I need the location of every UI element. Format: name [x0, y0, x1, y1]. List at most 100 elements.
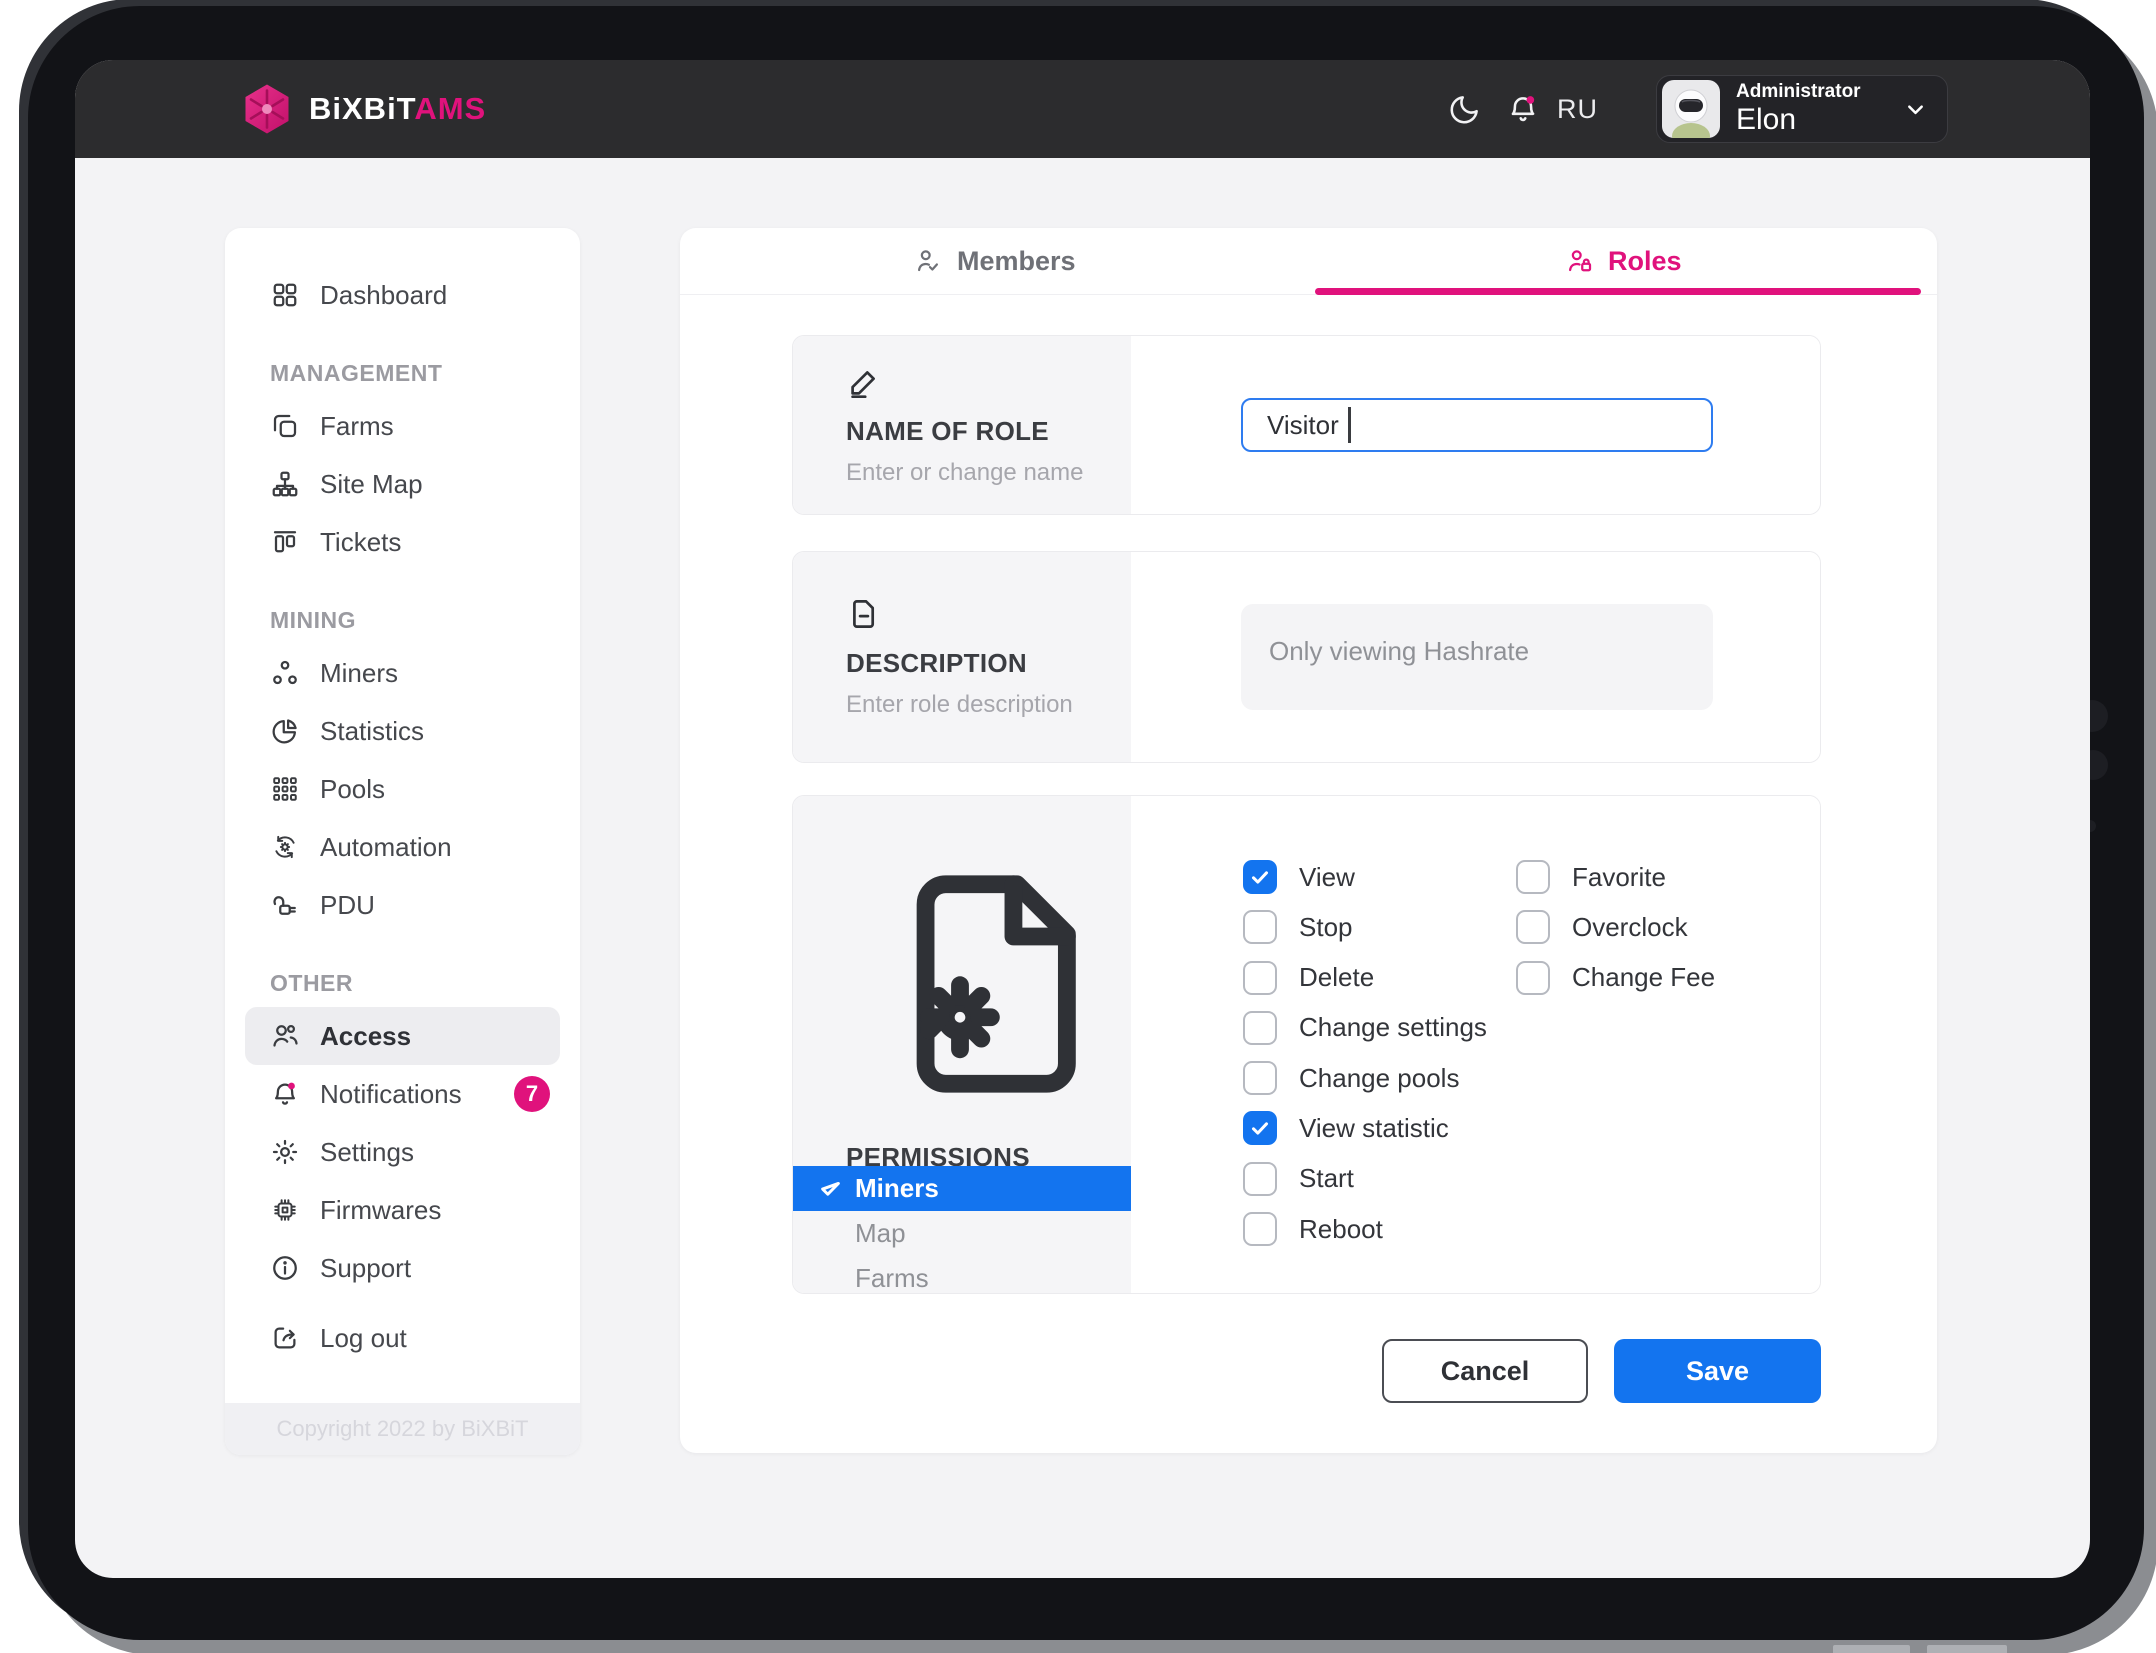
- sidebar-item-pdu[interactable]: PDU: [270, 876, 560, 934]
- description-header: DESCRIPTION Enter role description: [793, 552, 1131, 762]
- user-info: Administrator Elon: [1736, 81, 1861, 137]
- user-name: Elon: [1736, 103, 1861, 138]
- name-of-role-section: NAME OF ROLE Enter or change name: [792, 335, 1821, 515]
- permissions-header: PERMISSIONS: [793, 826, 1131, 1142]
- sidebar-item-dashboard[interactable]: Dashboard: [270, 266, 560, 324]
- tab-roles-label: Roles: [1608, 246, 1682, 277]
- cancel-button[interactable]: Cancel: [1382, 1339, 1588, 1403]
- site-map-icon: [270, 469, 300, 499]
- sidebar-item-label: Farms: [320, 411, 394, 442]
- permission-category-farms[interactable]: Farms: [793, 1256, 1131, 1294]
- permission-reboot[interactable]: Reboot: [1243, 1204, 1487, 1254]
- permissions-left-panel: PERMISSIONS MinersMapFarmsStatisticNotif…: [793, 796, 1131, 1293]
- permission-category-miners[interactable]: Miners: [793, 1166, 1131, 1211]
- permission-label: Stop: [1299, 912, 1353, 943]
- sidebar-item-label: Settings: [320, 1137, 414, 1168]
- checkbox-delete[interactable]: [1243, 961, 1277, 995]
- sidebar-item-tickets[interactable]: Tickets: [270, 513, 560, 571]
- permission-stop[interactable]: Stop: [1243, 902, 1487, 952]
- permission-delete[interactable]: Delete: [1243, 953, 1487, 1003]
- copyright: Copyright 2022 by BiXBiT: [225, 1403, 580, 1455]
- user-menu[interactable]: Administrator Elon: [1656, 75, 1948, 143]
- section-hint: Enter or change name: [846, 459, 1131, 487]
- member-check-icon: [913, 246, 943, 276]
- permission-label: Change Fee: [1572, 962, 1715, 993]
- sidebar-item-support[interactable]: Support: [270, 1239, 560, 1297]
- settings-icon: [270, 1137, 300, 1167]
- sidebar-item-site-map[interactable]: Site Map: [270, 455, 560, 513]
- checkbox-view-statistic[interactable]: [1243, 1111, 1277, 1145]
- checkbox-change-settings[interactable]: [1243, 1011, 1277, 1045]
- support-icon: [270, 1253, 300, 1283]
- checkbox-stop[interactable]: [1243, 910, 1277, 944]
- sidebar-item-automation[interactable]: Automation: [270, 818, 560, 876]
- tab-roles[interactable]: Roles: [1309, 228, 1938, 294]
- permission-overclock[interactable]: Overclock: [1516, 902, 1715, 952]
- sidebar-item-logout[interactable]: Log out: [225, 1309, 580, 1367]
- role-lock-icon: [1564, 246, 1594, 276]
- sidebar-item-miners[interactable]: Miners: [270, 644, 560, 702]
- sidebar-item-settings[interactable]: Settings: [270, 1123, 560, 1181]
- permission-view-statistic[interactable]: View statistic: [1243, 1103, 1487, 1153]
- checkbox-change-pools[interactable]: [1243, 1061, 1277, 1095]
- permission-change-fee[interactable]: Change Fee: [1516, 953, 1715, 1003]
- sidebar-item-farms[interactable]: Farms: [270, 397, 560, 455]
- permissions-column-1: View Stop DeleteChange settings Change pool…: [1243, 852, 1487, 1254]
- notifications-badge: 7: [514, 1076, 550, 1112]
- permission-category-map[interactable]: Map: [793, 1211, 1131, 1256]
- sidebar-item-pools[interactable]: Pools: [270, 760, 560, 818]
- access-content-card: Members Roles NAME OF ROLE Enter or chan…: [680, 228, 1937, 1453]
- role-name-input[interactable]: [1241, 398, 1713, 452]
- tickets-icon: [270, 527, 300, 557]
- avatar: [1662, 80, 1720, 138]
- tab-members[interactable]: Members: [680, 228, 1309, 294]
- sidebar-item-notifications[interactable]: Notifications7: [270, 1065, 560, 1123]
- brand-logo[interactable]: BiXBiTAMS: [240, 82, 486, 136]
- permissions-doc-icon: [846, 826, 1131, 1142]
- firmwares-icon: [270, 1195, 300, 1225]
- theme-toggle-button[interactable]: [1448, 92, 1482, 126]
- dock-connector: [1833, 1645, 1910, 1653]
- permission-view[interactable]: View: [1243, 852, 1487, 902]
- sidebar-item-label: Pools: [320, 774, 385, 805]
- permission-favorite[interactable]: Favorite: [1516, 852, 1715, 902]
- section-title: DESCRIPTION: [846, 648, 1131, 679]
- screen: BiXBiTAMS RU: [75, 60, 2090, 1578]
- permission-change-pools[interactable]: Change pools: [1243, 1053, 1487, 1103]
- sidebar-item-label: Access: [320, 1021, 411, 1052]
- description-body: Only viewing Hashrate: [1131, 552, 1820, 762]
- statistics-icon: [270, 716, 300, 746]
- sidebar-item-firmwares[interactable]: Firmwares: [270, 1181, 560, 1239]
- checkbox-favorite[interactable]: [1516, 860, 1550, 894]
- sidebar-section-mining: MINING: [270, 607, 560, 634]
- topbar-actions: RU Administrator Elon: [1448, 75, 1948, 143]
- checkbox-overclock[interactable]: [1516, 910, 1550, 944]
- name-of-role-header: NAME OF ROLE Enter or change name: [793, 336, 1131, 514]
- role-form: NAME OF ROLE Enter or change name DESCRI…: [680, 295, 1937, 1403]
- bell-icon: [1506, 92, 1540, 126]
- permission-change-settings[interactable]: Change settings: [1243, 1003, 1487, 1053]
- notifications-button[interactable]: [1506, 92, 1540, 126]
- checkbox-change-fee[interactable]: [1516, 961, 1550, 995]
- tab-members-label: Members: [957, 246, 1076, 277]
- permission-label: Change pools: [1299, 1063, 1459, 1094]
- sidebar-nav: Dashboard MANAGEMENT Farms Site MapTickets M…: [225, 228, 580, 1309]
- language-selector[interactable]: RU: [1555, 94, 1600, 125]
- brand-name: BiXBiTAMS: [309, 91, 486, 127]
- checkbox-start[interactable]: [1243, 1162, 1277, 1196]
- logout-icon: [270, 1323, 300, 1353]
- checkbox-view[interactable]: [1243, 860, 1277, 894]
- role-description-input[interactable]: Only viewing Hashrate: [1241, 604, 1713, 710]
- sidebar-item-statistics[interactable]: Statistics: [270, 702, 560, 760]
- section-hint: Enter role description: [846, 691, 1131, 719]
- permission-start[interactable]: Start: [1243, 1154, 1487, 1204]
- check-icon: [817, 1175, 844, 1202]
- sidebar-item-access[interactable]: Access: [245, 1007, 560, 1065]
- tabbar: Members Roles: [680, 228, 1937, 295]
- sidebar-section-management: MANAGEMENT: [270, 360, 560, 387]
- tablet-frame: BiXBiTAMS RU: [28, 6, 2144, 1640]
- checkbox-reboot[interactable]: [1243, 1212, 1277, 1246]
- permissions-body: View Stop DeleteChange settings Change pool…: [1131, 796, 1820, 1293]
- miners-icon: [270, 658, 300, 688]
- save-button[interactable]: Save: [1614, 1339, 1821, 1403]
